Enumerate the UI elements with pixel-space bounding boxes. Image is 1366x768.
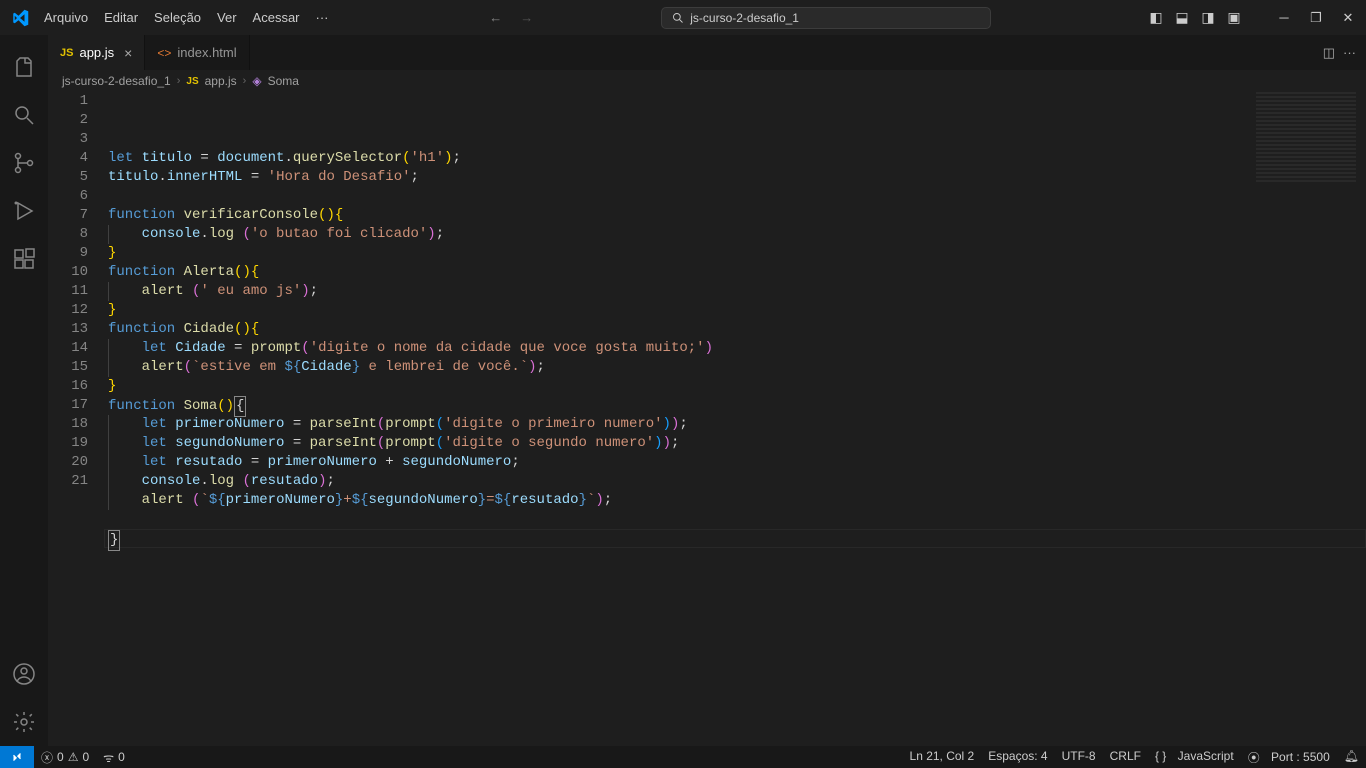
menu-bar: ArquivoEditarSeleçãoVerAcessar··· bbox=[36, 4, 337, 31]
titlebar: ArquivoEditarSeleçãoVerAcessar··· ← → js… bbox=[0, 0, 1366, 35]
settings-gear-icon[interactable] bbox=[0, 698, 48, 746]
status-ports[interactable]: ᯤ0 bbox=[96, 746, 132, 768]
breadcrumb-folder[interactable]: js-curso-2-desafio_1 bbox=[62, 74, 171, 88]
status-encoding[interactable]: UTF-8 bbox=[1055, 749, 1103, 763]
breadcrumb-file[interactable]: app.js bbox=[205, 74, 237, 88]
close-button[interactable]: ✕ bbox=[1334, 4, 1362, 32]
toggle-sidebar-right-icon[interactable]: ◨ bbox=[1196, 4, 1220, 32]
chevron-right-icon: › bbox=[243, 75, 247, 87]
status-notifications[interactable]: 🔔︎ bbox=[1337, 749, 1366, 763]
menu-item-···[interactable]: ··· bbox=[308, 4, 337, 31]
source-control-icon[interactable] bbox=[0, 139, 48, 187]
error-icon: ⓧ bbox=[41, 749, 53, 766]
status-problems[interactable]: ⓧ0 ⚠0 bbox=[34, 746, 96, 768]
vscode-logo-icon bbox=[4, 2, 36, 34]
warning-icon: ⚠ bbox=[68, 750, 79, 764]
more-actions-icon[interactable]: ··· bbox=[1343, 45, 1356, 60]
status-live-server[interactable]: ⦿ Port : 5500 bbox=[1241, 749, 1337, 766]
search-activity-icon[interactable] bbox=[0, 91, 48, 139]
close-tab-icon[interactable]: × bbox=[124, 45, 132, 61]
status-eol[interactable]: CRLF bbox=[1103, 749, 1148, 763]
symbol-method-icon: ◈ bbox=[252, 74, 261, 88]
editor-tabs: JS app.js × <> index.html ◫ ··· bbox=[48, 35, 1366, 70]
status-indentation[interactable]: Espaços: 4 bbox=[981, 749, 1054, 763]
menu-item-seleção[interactable]: Seleção bbox=[146, 4, 209, 31]
nav-back-icon[interactable]: ← bbox=[489, 10, 502, 25]
nav-forward-icon[interactable]: → bbox=[520, 10, 533, 25]
line-numbers: 123456789101112131415161718192021 bbox=[48, 92, 108, 746]
maximize-button[interactable]: ❐ bbox=[1302, 4, 1330, 32]
minimize-button[interactable]: ─ bbox=[1270, 4, 1298, 32]
run-debug-icon[interactable] bbox=[0, 187, 48, 235]
status-bar: ⓧ0 ⚠0 ᯤ0 Ln 21, Col 2 Espaços: 4 UTF-8 C… bbox=[0, 746, 1366, 768]
html-file-icon: <> bbox=[157, 46, 171, 60]
split-editor-icon[interactable]: ◫ bbox=[1323, 45, 1335, 61]
breadcrumbs[interactable]: js-curso-2-desafio_1 › JS app.js › ◈ Som… bbox=[48, 70, 1366, 92]
js-file-icon: JS bbox=[186, 76, 198, 87]
radio-tower-icon: ᯤ bbox=[103, 749, 114, 766]
editor-tab[interactable]: JS app.js × bbox=[48, 35, 145, 70]
search-icon bbox=[672, 12, 684, 24]
tab-label: index.html bbox=[177, 45, 236, 60]
extensions-icon[interactable] bbox=[0, 235, 48, 283]
tab-label: app.js bbox=[79, 45, 114, 60]
menu-item-editar[interactable]: Editar bbox=[96, 4, 146, 31]
chevron-right-icon: › bbox=[177, 75, 181, 87]
remote-indicator[interactable] bbox=[0, 746, 34, 768]
editor-tab[interactable]: <> index.html bbox=[145, 35, 249, 70]
toggle-sidebar-left-icon[interactable]: ◧ bbox=[1144, 4, 1168, 32]
code-content[interactable]: let titulo = document.querySelector('h1'… bbox=[108, 92, 1366, 746]
toggle-panel-icon[interactable]: ⬓ bbox=[1170, 4, 1194, 32]
broadcast-icon: ⦿ bbox=[1248, 749, 1260, 766]
braces-icon: { } bbox=[1155, 749, 1166, 763]
bell-icon: 🔔︎ bbox=[1344, 749, 1359, 763]
js-file-icon: JS bbox=[60, 47, 73, 59]
status-language[interactable]: { } JavaScript bbox=[1148, 749, 1241, 763]
accounts-icon[interactable] bbox=[0, 650, 48, 698]
command-center-text: js-curso-2-desafio_1 bbox=[690, 11, 799, 25]
menu-item-arquivo[interactable]: Arquivo bbox=[36, 4, 96, 31]
menu-item-ver[interactable]: Ver bbox=[209, 4, 245, 31]
breadcrumb-symbol[interactable]: Soma bbox=[268, 74, 299, 88]
customize-layout-icon[interactable]: ▣ bbox=[1222, 4, 1246, 32]
explorer-icon[interactable] bbox=[0, 43, 48, 91]
command-center[interactable]: js-curso-2-desafio_1 bbox=[661, 7, 991, 29]
activity-bar bbox=[0, 35, 48, 746]
code-editor[interactable]: 123456789101112131415161718192021 let ti… bbox=[48, 92, 1366, 746]
menu-item-acessar[interactable]: Acessar bbox=[245, 4, 308, 31]
nav-arrows: ← → bbox=[489, 10, 533, 25]
status-cursor-position[interactable]: Ln 21, Col 2 bbox=[903, 749, 982, 763]
layout-icons: ◧ ⬓ ◨ ▣ bbox=[1144, 4, 1246, 32]
